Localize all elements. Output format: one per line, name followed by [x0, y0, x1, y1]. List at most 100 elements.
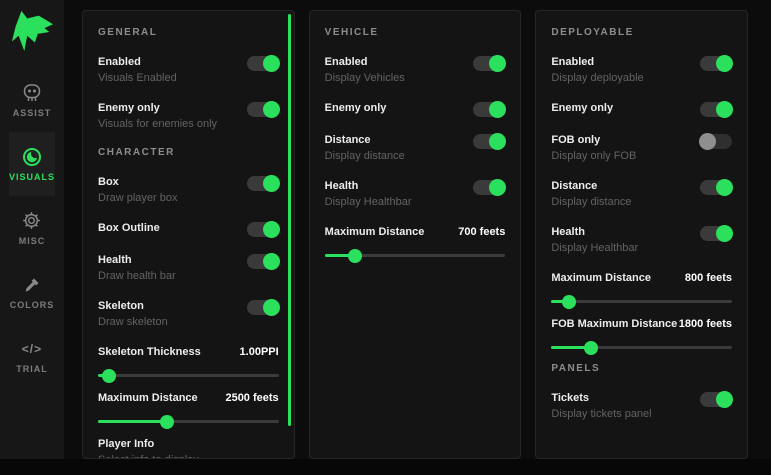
toggle-box-outline[interactable]: [247, 222, 279, 237]
setting-label: Player Info: [98, 437, 279, 451]
toggle-knob: [716, 179, 733, 196]
slider-knob[interactable]: [562, 295, 576, 309]
code-icon: </>: [21, 339, 43, 359]
settings-panels: GENERALEnabledVisuals EnabledEnemy onlyV…: [82, 10, 748, 459]
section-header: PANELS: [551, 363, 732, 374]
setting-label: Box Outline: [98, 221, 160, 235]
robot-icon: [21, 83, 43, 103]
slider-head: Skeleton Thickness 1.00PPI: [98, 345, 279, 359]
bottom-strip: [0, 459, 771, 475]
sidebar-item-colors[interactable]: COLORS: [9, 260, 55, 324]
slider-track-skeleton-thickness[interactable]: [98, 374, 279, 377]
setting-sublabel: Visuals for enemies only: [98, 117, 217, 131]
gear-icon: [21, 211, 43, 231]
setting-label: Enemy only: [551, 101, 613, 115]
setting-row-box-outline: Box Outline: [98, 221, 279, 237]
setting-label: Health: [98, 253, 176, 267]
slider-knob[interactable]: [348, 249, 362, 263]
setting-row-enemy-only: Enemy only: [551, 101, 732, 117]
toggle-knob: [716, 391, 733, 408]
toggle-enabled[interactable]: [473, 56, 505, 71]
setting-row-enabled: Enabled Display Vehicles: [325, 55, 506, 85]
toggle-fob-only[interactable]: [700, 134, 732, 149]
slider-track-fob-maximum-distance[interactable]: [551, 346, 732, 349]
setting-text: DistanceDisplay distance: [551, 179, 631, 209]
section-panels: PANELS TicketsDisplay tickets panel: [551, 363, 732, 421]
toggle-enemy-only[interactable]: [247, 102, 279, 117]
slider-label: Maximum Distance: [98, 391, 198, 405]
setting-label: Enabled: [325, 55, 405, 69]
slider-track-maximum-distance[interactable]: [98, 420, 279, 423]
setting-sublabel: Display distance: [325, 149, 405, 163]
toggle-health[interactable]: [247, 254, 279, 269]
toggle-distance[interactable]: [473, 134, 505, 149]
select-row-player-info: Player InfoSelect info to display: [98, 437, 279, 459]
slider-head: FOB Maximum Distance1800 feets: [551, 317, 732, 331]
setting-sublabel: Display distance: [551, 195, 631, 209]
setting-row-box: BoxDraw player box: [98, 175, 279, 205]
toggle-enemy-only[interactable]: [700, 102, 732, 117]
wolf-logo-icon: [8, 8, 56, 54]
panel-scrollbar[interactable]: [288, 14, 291, 426]
setting-sublabel: Draw player box: [98, 191, 177, 205]
toggle-box[interactable]: [247, 176, 279, 191]
toggle-health[interactable]: [473, 180, 505, 195]
sidebar-item-label: TRIAL: [16, 364, 48, 374]
sidebar-item-label: COLORS: [10, 300, 55, 310]
toggle-knob: [716, 101, 733, 118]
slider-label: Skeleton Thickness: [98, 345, 201, 359]
setting-text: FOB onlyDisplay only FOB: [551, 133, 636, 163]
sidebar-item-visuals[interactable]: VISUALS: [9, 132, 55, 196]
setting-sublabel: Display Vehicles: [325, 71, 405, 85]
setting-label: Skeleton: [98, 299, 168, 313]
sidebar-item-label: MISC: [19, 236, 46, 246]
toggle-knob: [716, 55, 733, 72]
setting-text: EnabledDisplay deployable: [551, 55, 643, 85]
setting-text: HealthDisplay Healthbar: [551, 225, 638, 255]
setting-row-enemy-only: Enemy only: [325, 101, 506, 117]
toggle-enabled[interactable]: [247, 56, 279, 71]
slider-label: Maximum Distance: [551, 271, 651, 285]
eye-icon: [21, 147, 43, 167]
slider-knob[interactable]: [584, 341, 598, 355]
setting-sublabel: Display only FOB: [551, 149, 636, 163]
setting-text: DistanceDisplay distance: [325, 133, 405, 163]
toggle-distance[interactable]: [700, 180, 732, 195]
slider-track-maximum-distance[interactable]: [325, 254, 506, 257]
setting-row-distance: DistanceDisplay distance: [551, 179, 732, 209]
eyedropper-icon: [21, 275, 43, 295]
toggle-tickets[interactable]: [700, 392, 732, 407]
slider-value: 1.00PPI: [240, 346, 279, 358]
sidebar-item-assist[interactable]: ASSIST: [9, 68, 55, 132]
slider-track-maximum-distance[interactable]: [551, 300, 732, 303]
setting-text: BoxDraw player box: [98, 175, 177, 205]
setting-row-tickets: TicketsDisplay tickets panel: [551, 391, 732, 421]
slider-row-skeleton-thickness: Skeleton Thickness 1.00PPI: [98, 345, 279, 377]
setting-text: Enemy onlyVisuals for enemies only: [98, 101, 217, 131]
sidebar-item-label: ASSIST: [13, 108, 52, 118]
setting-text: Box Outline: [98, 221, 160, 235]
setting-row-health: HealthDraw health bar: [98, 253, 279, 283]
setting-row-health: HealthDisplay Healthbar: [551, 225, 732, 255]
setting-row-enabled: EnabledDisplay deployable: [551, 55, 732, 85]
setting-row-fob-only: FOB onlyDisplay only FOB: [551, 133, 732, 163]
panel-general: GENERALEnabledVisuals EnabledEnemy onlyV…: [82, 10, 295, 459]
slider-fill: [98, 420, 167, 423]
toggle-knob: [263, 253, 280, 270]
toggle-knob: [489, 101, 506, 118]
slider-knob[interactable]: [160, 415, 174, 429]
setting-sublabel: Display tickets panel: [551, 407, 651, 421]
sidebar-item-misc[interactable]: MISC: [9, 196, 55, 260]
setting-row-distance: DistanceDisplay distance: [325, 133, 506, 163]
setting-label: Health: [551, 225, 638, 239]
toggle-knob: [716, 225, 733, 242]
slider-value: 1800 feets: [679, 318, 732, 330]
setting-label: Enemy only: [325, 101, 387, 115]
toggle-health[interactable]: [700, 226, 732, 241]
sidebar-item-trial[interactable]: </> TRIAL: [9, 324, 55, 388]
slider-knob[interactable]: [102, 369, 116, 383]
toggle-enemy-only[interactable]: [473, 102, 505, 117]
toggle-skeleton[interactable]: [247, 300, 279, 315]
toggle-enabled[interactable]: [700, 56, 732, 71]
setting-text: EnabledVisuals Enabled: [98, 55, 177, 85]
